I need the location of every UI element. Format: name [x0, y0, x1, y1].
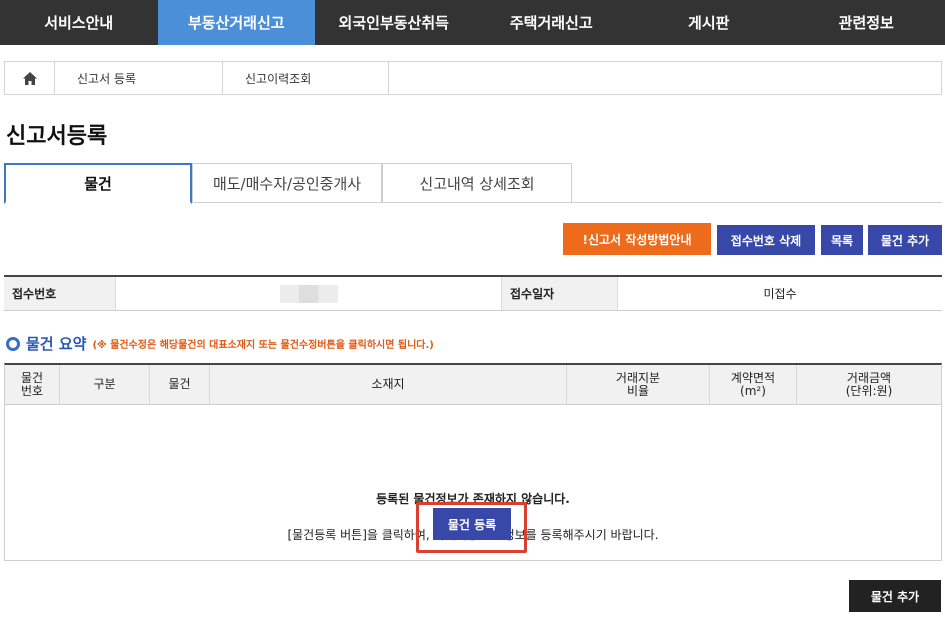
breadcrumb-report-history[interactable]: 신고이력조회 [223, 62, 389, 94]
receipt-date-value: 미접수 [763, 287, 797, 301]
col-location: 소재지 [210, 365, 567, 404]
home-icon [22, 71, 37, 85]
nav-item-foreigner-acquisition[interactable]: 외국인부동산취득 [315, 0, 473, 45]
col-property-number-label: 물건 번호 [20, 370, 44, 398]
register-property-button[interactable]: 물건 등록 [433, 508, 511, 540]
add-property-button-top[interactable]: 물건 추가 [868, 225, 942, 255]
masked-receipt-number [279, 284, 338, 303]
guide-button[interactable]: !신고서 작성방법안내 [563, 223, 711, 255]
col-share-ratio-label: 거래지분 비율 [615, 370, 661, 398]
top-navigation: 서비스안내 부동산거래신고 외국인부동산취득 주택거래신고 게시판 관련정보 [0, 0, 945, 45]
nav-item-housing-report[interactable]: 주택거래신고 [473, 0, 631, 45]
table-header: 물건 번호 구분 물건 소재지 거래지분 비율 계약면적 (m²) 거래금액 (… [5, 365, 941, 405]
breadcrumb: 신고서 등록 신고이력조회 [4, 61, 942, 95]
nav-item-board[interactable]: 게시판 [630, 0, 788, 45]
summary-title: 물건 요약 [26, 335, 87, 353]
nav-item-real-estate-report[interactable]: 부동산거래신고 [157, 0, 315, 45]
add-property-button-bottom[interactable]: 물건 추가 [849, 580, 941, 612]
col-property-label: 물건 [168, 377, 191, 391]
summary-note: (※ 물건수정은 해당물건의 대표소재지 또는 물건수정버튼을 클릭하시면 됩니… [92, 340, 434, 351]
circle-bullet-icon [6, 336, 20, 351]
col-share-ratio: 거래지분 비율 [567, 365, 710, 404]
col-location-label: 소재지 [371, 377, 405, 391]
list-button[interactable]: 목록 [821, 225, 863, 255]
breadcrumb-report-register[interactable]: 신고서 등록 [55, 62, 223, 94]
receipt-number-label: 접수번호 [4, 277, 116, 310]
receipt-info-row: 접수번호 접수일자 미접수 [4, 275, 942, 311]
nav-item-service-info[interactable]: 서비스안내 [0, 0, 158, 45]
col-amount-label: 거래금액 (단위:원) [845, 370, 893, 398]
tab-report-detail[interactable]: 신고내역 상세조회 [382, 163, 572, 203]
tab-bar: 물건 매도/매수자/공인중개사 신고내역 상세조회 [4, 163, 942, 204]
receipt-number-value [116, 277, 502, 310]
col-category: 구분 [60, 365, 150, 404]
home-button[interactable] [5, 62, 55, 94]
tab-seller-buyer-agent[interactable]: 매도/매수자/공인중개사 [192, 163, 382, 203]
page-title: 신고서등록 [6, 124, 108, 149]
tab-property[interactable]: 물건 [4, 163, 192, 204]
col-category-label: 구분 [93, 377, 116, 391]
col-property: 물건 [150, 365, 210, 404]
delete-receipt-button[interactable]: 접수번호 삭제 [717, 225, 815, 255]
summary-heading: 물건 요약 (※ 물건수정은 해당물건의 대표소재지 또는 물건수정버튼을 클릭… [6, 333, 434, 354]
col-contract-area-label: 계약면적 (m²) [730, 370, 776, 398]
col-amount: 거래금액 (단위:원) [797, 365, 941, 404]
receipt-date-label: 접수일자 [502, 277, 618, 310]
col-contract-area: 계약면적 (m²) [710, 365, 797, 404]
col-property-number: 물건 번호 [5, 365, 60, 404]
nav-item-related-info[interactable]: 관련정보 [788, 0, 945, 45]
